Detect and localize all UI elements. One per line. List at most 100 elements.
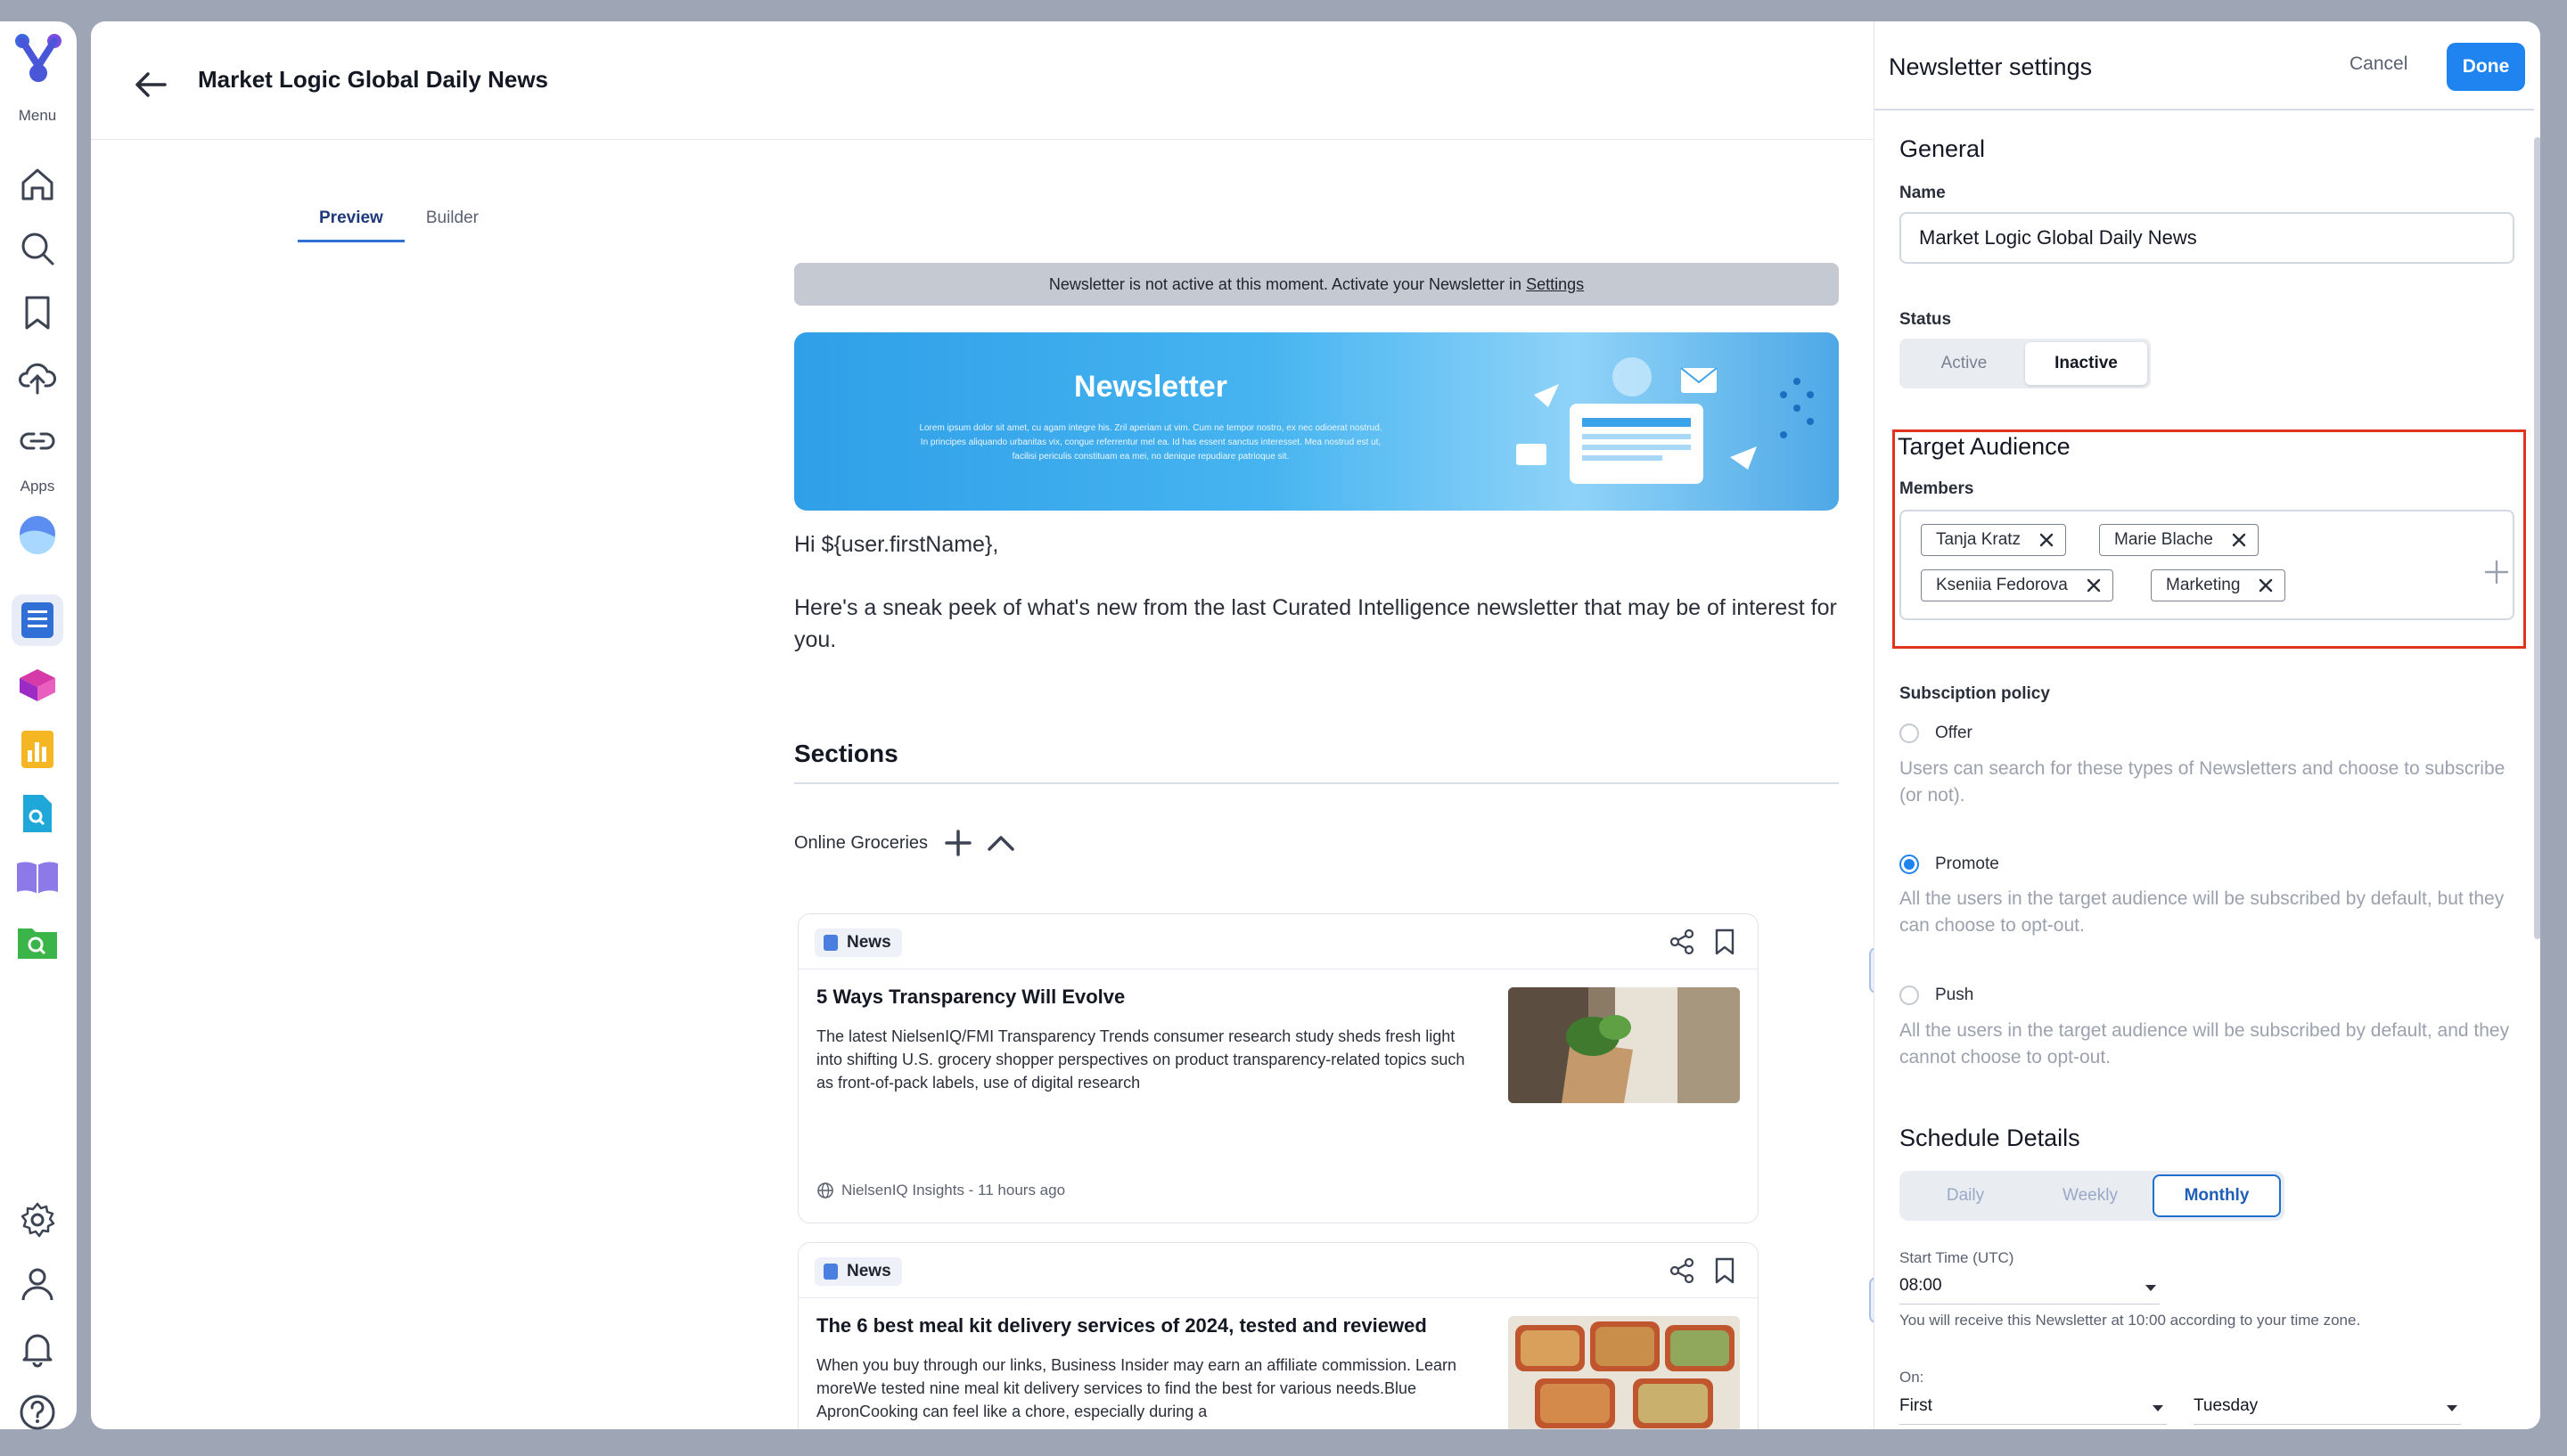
bookmark-icon[interactable]	[1710, 927, 1740, 957]
status-option-active[interactable]: Active	[1903, 342, 2025, 385]
status-option-inactive[interactable]: Inactive	[2025, 342, 2147, 385]
member-chip: Marie Blache	[2099, 524, 2259, 556]
settings-scrollbar[interactable]	[2534, 137, 2540, 939]
frequency-monthly[interactable]: Monthly	[2153, 1174, 2281, 1217]
settings-link[interactable]: Settings	[1526, 275, 1584, 293]
news-card[interactable]: News 5 Ways Transparency Will Evolve The…	[798, 913, 1759, 1223]
on-day-select[interactable]: Tuesday	[2194, 1396, 2461, 1425]
remove-member-icon[interactable]	[2258, 577, 2274, 593]
member-chip-label: Kseniia Fedorova	[1936, 576, 2068, 594]
menu-label: Menu	[18, 107, 57, 124]
status-label: Status	[1899, 310, 1952, 329]
app-book-icon[interactable]	[12, 852, 63, 904]
dropdown-caret-icon	[2145, 1285, 2156, 1291]
on-ordinal-value: First	[1899, 1396, 1932, 1415]
radio-button[interactable]	[1899, 986, 1919, 1005]
bell-icon[interactable]	[15, 1326, 60, 1370]
user-icon[interactable]	[15, 1262, 60, 1306]
bookmark-icon[interactable]	[15, 290, 60, 335]
share-icon[interactable]	[1667, 1256, 1697, 1286]
on-day-value: Tuesday	[2194, 1396, 2259, 1415]
remove-member-icon[interactable]	[2086, 577, 2102, 593]
newsletter-preview: Newsletter is not active at this moment.…	[794, 263, 1874, 1429]
sections-heading: Sections	[794, 740, 1839, 784]
hero-title: Newsletter	[1074, 370, 1227, 404]
on-ordinal-select[interactable]: First	[1899, 1396, 2167, 1425]
bookmark-icon[interactable]	[1710, 1256, 1740, 1286]
add-item-plus-icon[interactable]	[939, 823, 978, 863]
newsletter-settings-panel: Newsletter settings Cancel Done General …	[1874, 21, 2540, 1429]
main-panel: Market Logic Global Daily News Preview B…	[91, 21, 1874, 1429]
section-name: Online Groceries	[794, 832, 929, 853]
news-card[interactable]: News The 6 best meal kit delivery servic…	[798, 1242, 1759, 1429]
cancel-button[interactable]: Cancel	[2350, 53, 2407, 75]
remove-member-icon[interactable]	[2038, 532, 2054, 548]
card-actions	[1667, 1256, 1740, 1286]
news-badge-label: News	[847, 933, 891, 952]
app-newsletter-icon[interactable]	[12, 594, 63, 646]
card-title[interactable]: The 6 best meal kit delivery services of…	[816, 1314, 1476, 1337]
done-button[interactable]: Done	[2447, 43, 2525, 91]
search-icon[interactable]	[15, 226, 60, 271]
inactive-notice-text: Newsletter is not active at this moment.…	[1048, 275, 1527, 293]
newsletter-hero-image: Newsletter Lorem ipsum dolor sit amet, c…	[794, 332, 1839, 511]
name-input[interactable]: Market Logic Global Daily News	[1899, 212, 2514, 264]
member-chip: Kseniia Fedorova	[1921, 569, 2113, 601]
news-badge: News	[815, 1257, 902, 1286]
radio-button-selected[interactable]	[1899, 855, 1919, 874]
link-icon[interactable]	[15, 419, 60, 463]
tab-preview[interactable]: Preview	[298, 201, 405, 242]
frequency-daily[interactable]: Daily	[1903, 1174, 2028, 1217]
timezone-note: You will receive this Newsletter at 10:0…	[1899, 1312, 2361, 1329]
policy-push-label: Push	[1935, 986, 1974, 1004]
start-time-value: 08:00	[1899, 1276, 1942, 1295]
frequency-toggle: Daily Weekly Monthly	[1899, 1171, 2284, 1221]
greeting-text: Hi ${user.firstName},	[794, 532, 999, 557]
card-title[interactable]: 5 Ways Transparency Will Evolve	[816, 986, 1476, 1009]
app-globe-icon[interactable]	[12, 508, 63, 560]
remove-member-icon[interactable]	[2231, 532, 2247, 548]
card-actions	[1667, 927, 1740, 957]
members-label: Members	[1899, 479, 1974, 498]
app-logo-icon[interactable]	[10, 30, 67, 87]
chevron-up-icon[interactable]	[981, 823, 1021, 863]
add-member-plus-icon[interactable]	[2484, 560, 2509, 585]
hero-lorem-text: Lorem ipsum dolor sit amet, cu agam inte…	[919, 423, 1382, 462]
page-title: Market Logic Global Daily News	[198, 66, 548, 93]
card-summary: When you buy through our links, Business…	[816, 1356, 1457, 1420]
upload-cloud-icon[interactable]	[15, 355, 60, 399]
policy-promote-label: Promote	[1935, 855, 1999, 873]
target-audience-heading: Target Audience	[1898, 433, 2071, 460]
member-chip-label: Marketing	[2166, 576, 2241, 594]
news-doc-icon	[824, 1264, 838, 1280]
app-folder-search-icon[interactable]	[12, 916, 63, 968]
members-field[interactable]: Tanja Kratz Marie Blache Kseniia Fedorov…	[1899, 510, 2514, 620]
policy-offer-radio[interactable]: Offer	[1899, 724, 1972, 743]
hero-illustration	[1516, 357, 1814, 484]
help-icon[interactable]	[15, 1390, 60, 1435]
globe-icon	[817, 1182, 833, 1198]
app-doc-search-icon[interactable]	[12, 788, 63, 839]
tab-builder[interactable]: Builder	[405, 201, 500, 242]
app-chart-icon[interactable]	[12, 724, 63, 775]
settings-icon[interactable]	[15, 1198, 60, 1242]
left-rail: Menu Apps	[0, 21, 77, 1430]
member-chip-label: Marie Blache	[2114, 530, 2213, 549]
member-chip-label: Tanja Kratz	[1936, 530, 2022, 549]
schedule-heading: Schedule Details	[1899, 1125, 2080, 1151]
policy-promote-radio[interactable]: Promote	[1899, 855, 1999, 874]
start-time-select[interactable]: 08:00	[1899, 1276, 2160, 1305]
home-icon[interactable]	[15, 162, 60, 207]
section-header-online-groceries: Online Groceries	[794, 823, 1839, 863]
share-icon[interactable]	[1667, 927, 1697, 957]
on-label: On:	[1899, 1369, 1924, 1386]
app-cube-icon[interactable]	[12, 659, 63, 711]
member-chip: Tanja Kratz	[1921, 524, 2067, 556]
frequency-weekly[interactable]: Weekly	[2028, 1174, 2153, 1217]
radio-button[interactable]	[1899, 724, 1919, 743]
view-tabs: Preview Builder	[298, 201, 500, 242]
back-arrow-icon[interactable]	[128, 62, 173, 107]
policy-push-radio[interactable]: Push	[1899, 986, 1973, 1005]
dropdown-caret-icon	[2153, 1405, 2163, 1411]
policy-promote-help: All the users in the target audience wil…	[1899, 888, 2505, 936]
